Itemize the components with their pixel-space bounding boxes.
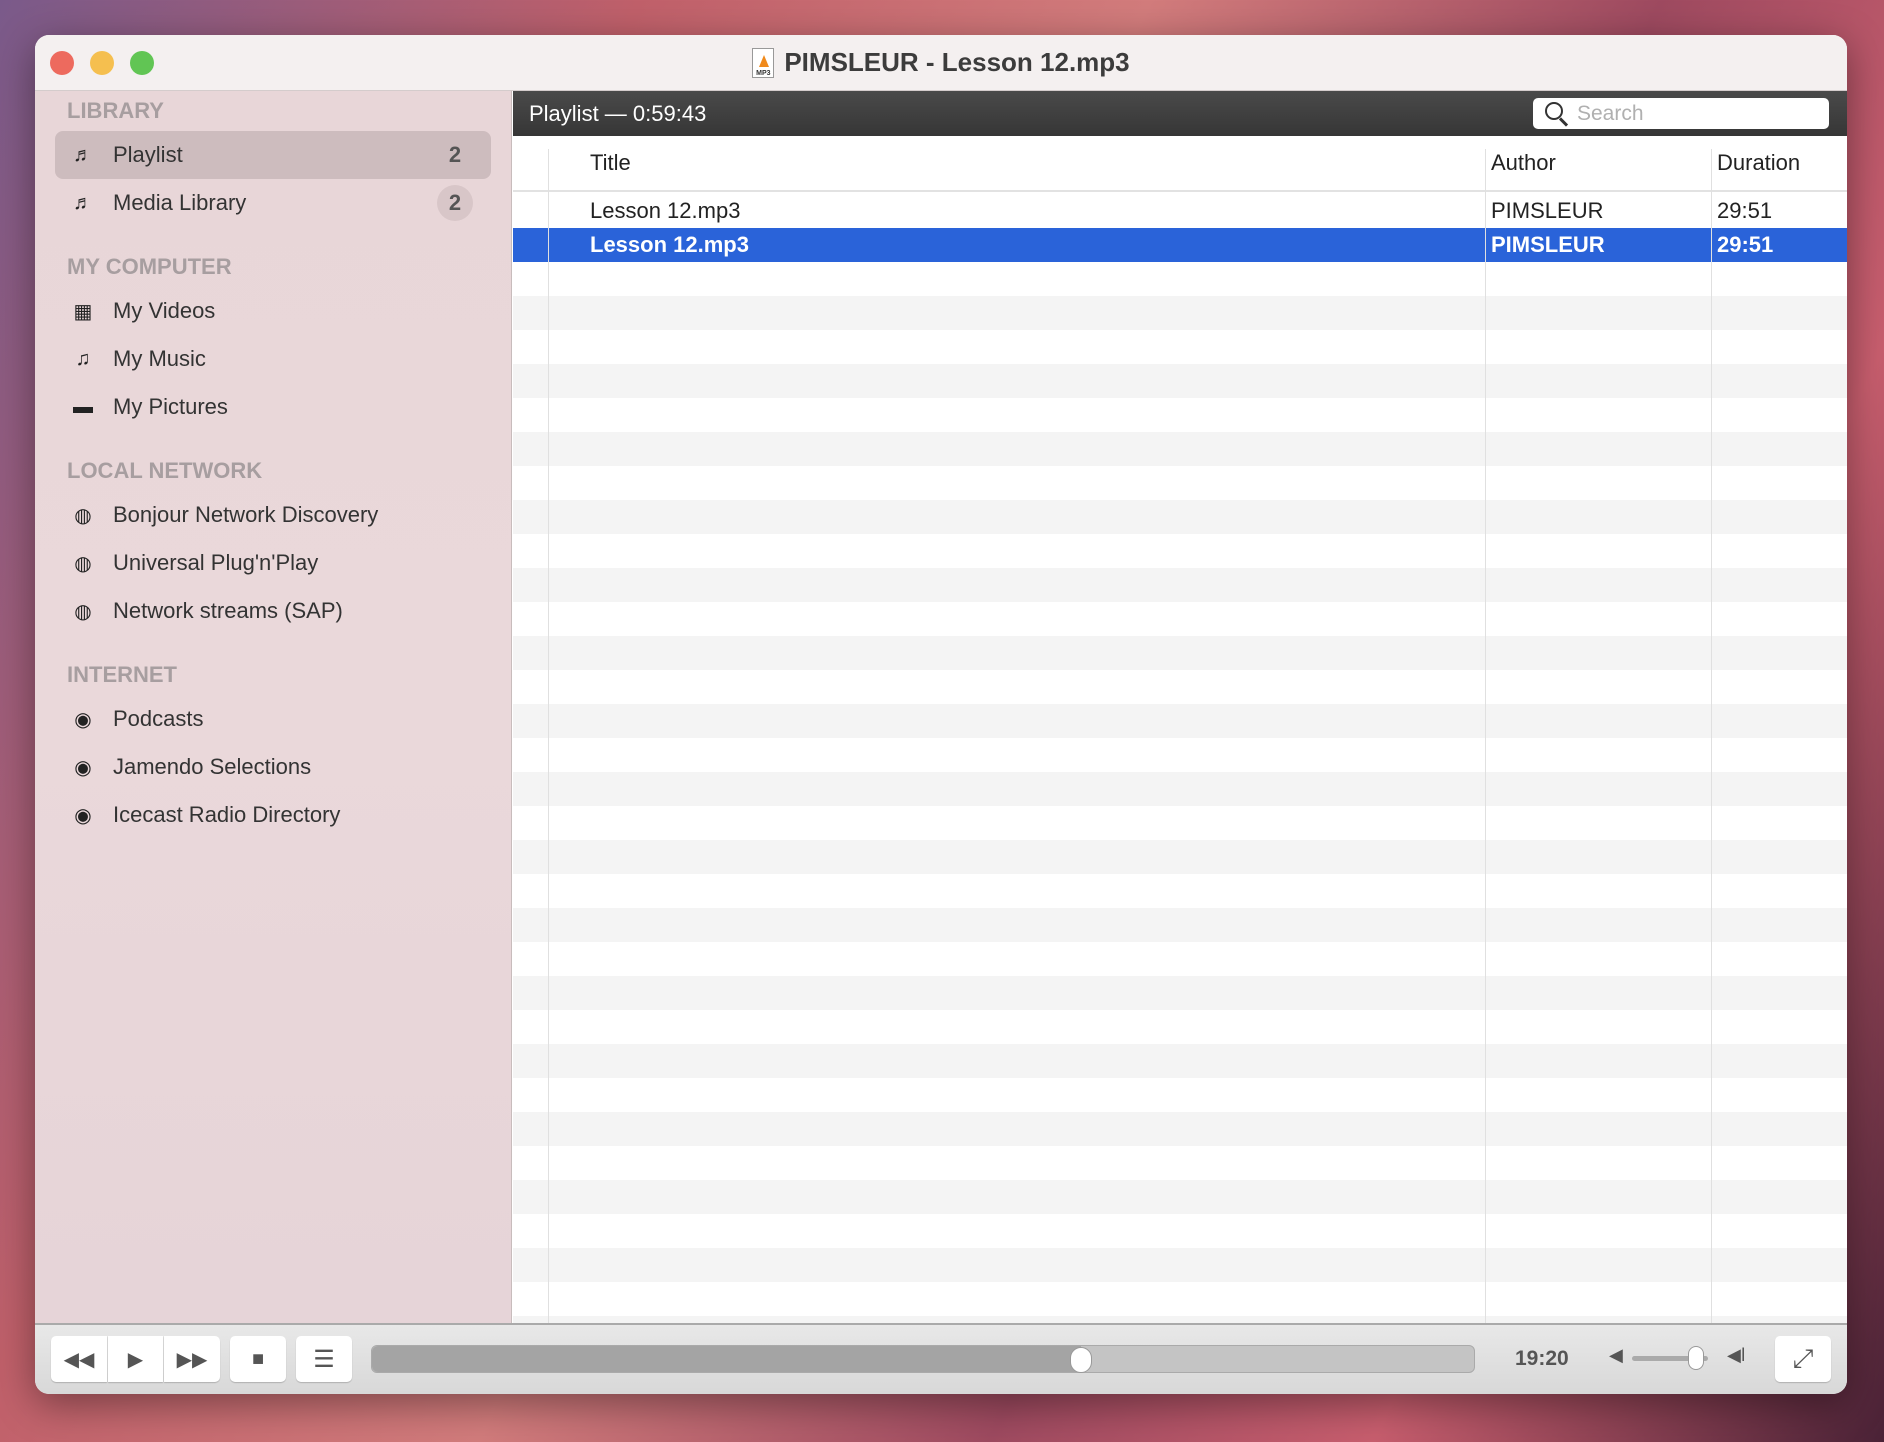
volume-low-icon[interactable]: ◀ [1609, 1345, 1623, 1366]
search-input[interactable]: Search [1533, 98, 1829, 129]
sidebar-item-label: Jamendo Selections [113, 754, 312, 779]
volume-high-icon[interactable]: ◀ǀ [1727, 1345, 1746, 1366]
count-badge: 2 [448, 142, 462, 167]
fullscreen-icon: ⤢ [1792, 1343, 1814, 1373]
music-file-icon: ♬ [73, 143, 93, 166]
cell-author: PIMSLEUR [1491, 198, 1604, 223]
sidebar-item-label: Icecast Radio Directory [113, 802, 341, 827]
cell-title: Lesson 12.mp3 [590, 232, 749, 257]
playlist-duration: Playlist — 0:59:43 [529, 100, 707, 126]
sidebar-item-label: Bonjour Network Discovery [113, 502, 379, 527]
playlist-toggle-button[interactable]: ☰ [296, 1336, 352, 1382]
play-icon: ▶ [127, 1348, 144, 1371]
sidebar-item-my-videos[interactable]: ▦ My Videos [55, 287, 491, 335]
sidebar-item-label: Podcasts [113, 706, 204, 731]
column-divider [1485, 149, 1486, 1323]
fast-forward-button[interactable]: ▶▶ [164, 1336, 220, 1382]
cell-duration: 29:51 [1717, 198, 1773, 223]
zoom-button[interactable] [130, 51, 154, 75]
cell-title: Lesson 12.mp3 [590, 198, 741, 223]
table-row-selected[interactable]: Lesson 12.mp3 PIMSLEUR 29:51 [513, 228, 1847, 262]
podcast-icon: ◉ [74, 708, 92, 731]
close-button[interactable] [50, 51, 74, 75]
network-globe-icon: ◍ [74, 552, 92, 575]
section-header: MY COMPUTER [67, 254, 232, 279]
sidebar-item-universal-plug-n-play[interactable]: ◍ Universal Plug'n'Play [55, 539, 491, 587]
title-bar: MP3 PIMSLEUR - Lesson 12.mp3 [35, 35, 1847, 91]
sidebar-item-label: My Pictures [113, 394, 228, 419]
seek-thumb[interactable] [1069, 1347, 1092, 1373]
sidebar-item-playlist[interactable]: ♬ Playlist 2 [55, 131, 491, 179]
stop-icon: ■ [251, 1347, 265, 1370]
picture-icon: ▬ [73, 395, 93, 418]
elapsed-time: 19:20 [1515, 1347, 1569, 1370]
column-author[interactable]: Author [1491, 136, 1556, 190]
sidebar-item-label: Network streams (SAP) [113, 598, 343, 623]
sidebar-item-label: My Videos [113, 298, 216, 323]
sidebar-item-label: Universal Plug'n'Play [113, 550, 319, 575]
rewind-icon: ◀◀ [63, 1348, 95, 1371]
vlc-window: MP3 PIMSLEUR - Lesson 12.mp3 LIBRARY ♬ Play… [35, 35, 1847, 1394]
section-header: LOCAL NETWORK [67, 458, 263, 483]
column-title[interactable]: Title [590, 136, 631, 190]
control-bar: ◀◀ ▶ ▶▶ ■ ☰ 19:20 ◀ ◀ǀ ⤢ [35, 1323, 1847, 1394]
sidebar-item-podcasts[interactable]: ◉ Podcasts [55, 695, 491, 743]
volume-thumb[interactable] [1687, 1346, 1704, 1370]
list-icon: ☰ [313, 1345, 335, 1373]
rewind-button[interactable]: ◀◀ [51, 1336, 107, 1382]
playlist-pane: Playlist — 0:59:43 Search Title Author D… [513, 91, 1847, 1323]
sidebar-item-jamendo-selections[interactable]: ◉ Jamendo Selections [55, 743, 491, 791]
playlist-header: Playlist — 0:59:43 Search [513, 91, 1847, 136]
column-headers: Title Author Duration [513, 136, 1847, 192]
volume-slider[interactable] [1632, 1346, 1708, 1370]
fast-forward-icon: ▶▶ [176, 1348, 208, 1371]
play-button[interactable]: ▶ [108, 1336, 163, 1382]
music-note-icon: ♫ [75, 347, 91, 370]
sidebar-item-my-music[interactable]: ♫ My Music [55, 335, 491, 383]
cell-author: PIMSLEUR [1491, 232, 1605, 257]
sidebar-item-label: My Music [113, 346, 206, 371]
sidebar-item-network-streams-sap-[interactable]: ◍ Network streams (SAP) [55, 587, 491, 635]
search-icon [1545, 102, 1563, 120]
playlist-table: Lesson 12.mp3 PIMSLEUR 29:51 Lesson 12.mp3… [513, 194, 1847, 1323]
search-placeholder: Search [1577, 101, 1644, 125]
podcast-icon: ◉ [74, 804, 92, 827]
sidebar: LIBRARY ♬ Playlist 2 ♬ Media Library 2 MY COMPU… [35, 91, 512, 1323]
column-duration[interactable]: Duration [1717, 136, 1800, 190]
sidebar-item-bonjour-network-discovery[interactable]: ◍ Bonjour Network Discovery [55, 491, 491, 539]
sidebar-item-icecast-radio-directory[interactable]: ◉ Icecast Radio Directory [55, 791, 491, 839]
cell-duration: 29:51 [1717, 232, 1774, 257]
mp3-file-icon: MP3 [752, 47, 775, 78]
column-divider [548, 149, 549, 1323]
sidebar-item-label: Media Library [113, 190, 247, 215]
network-globe-icon: ◍ [74, 600, 92, 623]
stop-button[interactable]: ■ [230, 1336, 286, 1382]
count-badge: 2 [437, 185, 473, 221]
fullscreen-button[interactable]: ⤢ [1775, 1336, 1831, 1382]
minimize-button[interactable] [90, 51, 114, 75]
window-title: PIMSLEUR - Lesson 12.mp3 [784, 47, 1130, 77]
network-globe-icon: ◍ [74, 504, 92, 527]
sidebar-item-media-library[interactable]: ♬ Media Library 2 [55, 179, 491, 227]
music-file-icon: ♬ [73, 191, 93, 214]
column-divider [1711, 149, 1712, 1323]
table-row[interactable]: Lesson 12.mp3 PIMSLEUR 29:51 [513, 194, 1847, 228]
podcast-icon: ◉ [74, 756, 92, 779]
seek-slider[interactable] [371, 1345, 1475, 1373]
section-header: INTERNET [67, 662, 177, 687]
sidebar-item-label: Playlist [113, 142, 183, 167]
film-icon: ▦ [73, 300, 93, 323]
sidebar-item-my-pictures[interactable]: ▬ My Pictures [55, 383, 491, 431]
section-header: LIBRARY [67, 98, 164, 123]
